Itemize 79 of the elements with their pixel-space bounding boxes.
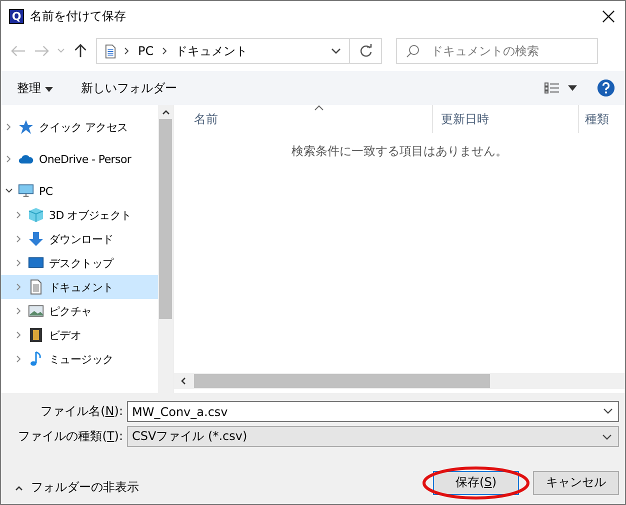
forward-arrow-icon[interactable]: [34, 44, 49, 58]
hide-folders-toggle[interactable]: フォルダーの非表示: [15, 479, 139, 496]
monitor-icon: [18, 183, 34, 199]
tree-item-label: ミュージック: [49, 352, 114, 366]
chevron-down-icon[interactable]: [603, 408, 613, 414]
list-view-icon: [544, 82, 560, 94]
chevron-down-icon[interactable]: [602, 434, 612, 440]
sort-caret-icon: [314, 105, 324, 111]
tree-item[interactable]: デスクトップ: [1, 251, 158, 275]
film-icon: [28, 327, 44, 343]
chevron-down-icon[interactable]: [331, 48, 341, 54]
help-icon[interactable]: [597, 79, 615, 97]
window-title: 名前を付けて保存: [30, 8, 127, 24]
image-icon: [28, 303, 44, 319]
save-button[interactable]: 保存(S): [433, 470, 519, 494]
new-folder-button[interactable]: 新しいフォルダー: [74, 76, 183, 100]
refresh-button[interactable]: [350, 38, 382, 64]
scroll-up-icon[interactable]: [162, 109, 170, 115]
music-note-icon: [28, 351, 44, 367]
chevron-right-icon[interactable]: [15, 355, 23, 363]
chevron-right-icon[interactable]: [15, 235, 23, 243]
column-header[interactable]: 名前: [174, 105, 433, 133]
tree-item[interactable]: ビデオ: [1, 323, 158, 347]
tree-item-label: クイック アクセス: [39, 120, 128, 134]
tree-item-label: PC: [39, 184, 53, 198]
organize-menu-button[interactable]: 整理: [11, 76, 59, 100]
file-name-field[interactable]: MW_Conv_a.csv: [127, 401, 619, 422]
scroll-left-icon[interactable]: [180, 377, 186, 385]
tree-item-label: OneDrive - Persor: [39, 152, 132, 166]
chevron-up-icon: [15, 484, 23, 490]
tree-item[interactable]: ピクチャ: [1, 299, 158, 323]
field-label: ファイル名(N):: [40, 403, 123, 420]
cube-icon: [28, 207, 44, 223]
tree-item-label: ビデオ: [49, 328, 82, 342]
desktop-icon: [28, 255, 44, 271]
app-icon: Q: [9, 8, 24, 24]
column-header[interactable]: 更新日時: [433, 105, 579, 133]
chevron-right-icon[interactable]: [15, 211, 23, 219]
refresh-icon: [358, 44, 372, 58]
column-header[interactable]: 種類: [579, 105, 625, 133]
tree-item[interactable]: OneDrive - Persor: [1, 147, 158, 171]
document-icon: [105, 44, 116, 58]
chevron-right-icon[interactable]: [15, 331, 23, 339]
chevron-right-icon: [124, 47, 130, 55]
search-field[interactable]: ドキュメントの検索: [396, 38, 598, 64]
tree-item[interactable]: 3D オブジェクト: [1, 203, 158, 227]
tree-item-label: デスクトップ: [49, 256, 114, 270]
address-bar[interactable]: PC ドキュメント: [96, 38, 350, 64]
tree-item[interactable]: ドキュメント: [1, 275, 158, 299]
tree-item[interactable]: PC: [1, 179, 158, 203]
chevron-down-icon[interactable]: [5, 187, 13, 195]
star-icon: [18, 119, 34, 135]
tree-item[interactable]: ミュージック: [1, 347, 158, 371]
breadcrumb-item[interactable]: ドキュメント: [176, 42, 248, 60]
field-label: ファイルの種類(T):: [18, 428, 123, 445]
close-icon[interactable]: [602, 10, 615, 22]
down-arrow-icon: [28, 231, 44, 247]
tree-item-label: ダウンロード: [49, 232, 114, 246]
up-arrow-icon[interactable]: [73, 44, 88, 58]
horizontal-scrollbar[interactable]: [174, 373, 625, 389]
dropdown-icon: [44, 86, 53, 92]
document-icon: [28, 279, 44, 295]
tree-item[interactable]: クイック アクセス: [1, 115, 158, 139]
chevron-right-icon[interactable]: [15, 283, 23, 291]
tree-item-label: ドキュメント: [49, 280, 114, 294]
chevron-right-icon[interactable]: [5, 155, 13, 163]
cancel-button[interactable]: キャンセル: [533, 470, 619, 494]
tree-item-label: ピクチャ: [49, 304, 92, 318]
back-arrow-icon[interactable]: [11, 44, 26, 58]
breadcrumb-item[interactable]: PC: [138, 44, 154, 58]
vertical-scrollbar[interactable]: [158, 105, 173, 393]
chevron-right-icon[interactable]: [15, 307, 23, 315]
tree-item[interactable]: ダウンロード: [1, 227, 158, 251]
chevron-right-icon: [162, 47, 168, 55]
dropdown-icon: [568, 85, 577, 91]
tree-item-label: 3D オブジェクト: [49, 208, 132, 222]
chevron-right-icon[interactable]: [5, 123, 13, 131]
chevron-right-icon[interactable]: [15, 259, 23, 267]
empty-message: 検索条件に一致する項目はありません。: [290, 143, 508, 160]
